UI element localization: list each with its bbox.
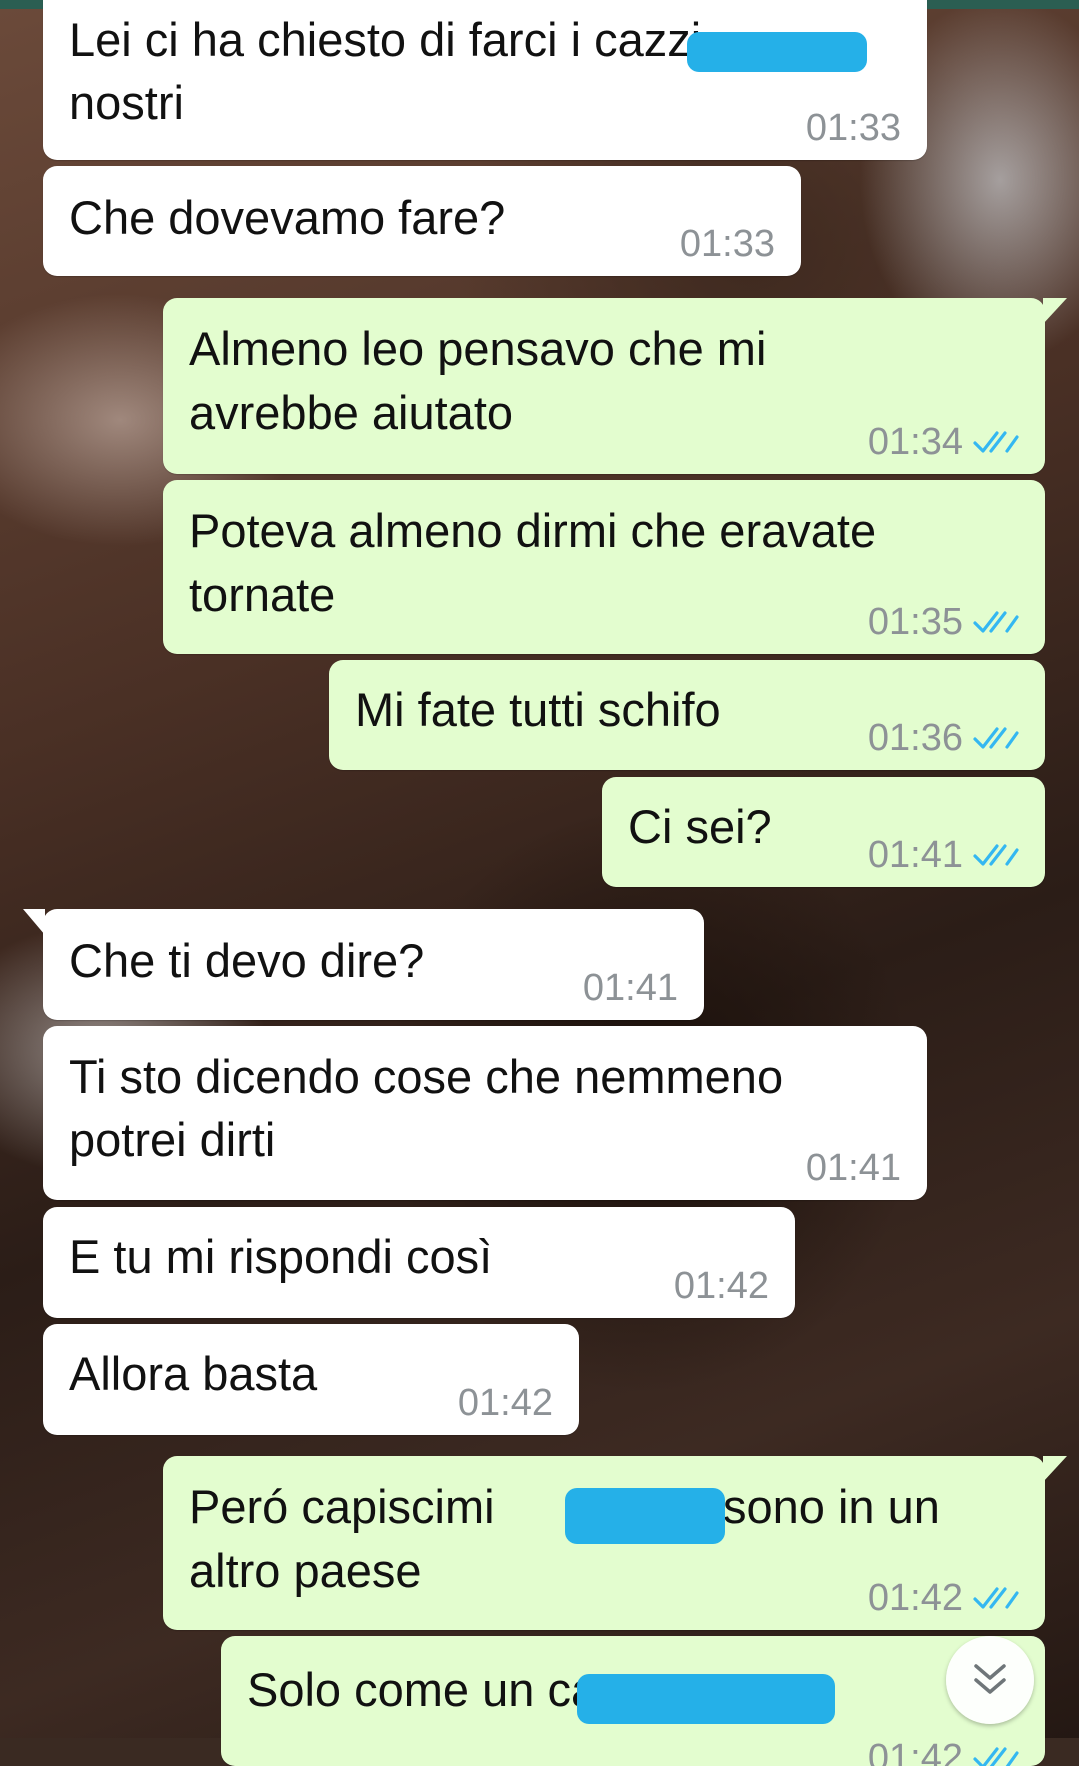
message-text-line: Mi fate tutti schifo [355, 683, 721, 736]
message-outgoing[interactable]: Solo come un cane 01:42 [221, 1636, 1045, 1766]
message-text-line: Che dovevamo fare? [69, 191, 506, 244]
double-check-icon [973, 611, 1019, 633]
message-text-line: Almeno leo pensavo che mi [189, 322, 767, 375]
message-time: 01:42 [867, 1737, 963, 1766]
message-time: 01:35 [867, 601, 963, 643]
bubble-tail [23, 909, 45, 935]
message-incoming[interactable]: Che ti devo dire? 01:41 [23, 909, 704, 1020]
message-text-line: Ci sei? [628, 800, 772, 853]
message-time: 01:42 [457, 1382, 553, 1424]
message-text-line: avrebbe aiutato [189, 386, 514, 439]
redaction-mark [577, 1674, 835, 1724]
message-time: 01:41 [867, 834, 963, 876]
message-text-line: Peró capiscimi [189, 1480, 495, 1533]
message-incoming[interactable]: Lei ci ha chiesto di farci i cazzi nostr… [43, 0, 927, 160]
message-text-line: nostri [69, 76, 184, 129]
message-outgoing[interactable]: Almeno leo pensavo che mi avrebbe aiutat… [163, 298, 1067, 474]
message-time: 01:41 [582, 967, 678, 1009]
message-incoming[interactable]: Che dovevamo fare? 01:33 [43, 166, 801, 276]
double-check-icon [973, 727, 1019, 749]
scroll-to-bottom-button[interactable] [946, 1636, 1034, 1724]
message-text-line: Poteva almeno dirmi che eravate [189, 504, 877, 557]
message-time: 01:33 [679, 223, 775, 265]
double-check-icon [973, 1747, 1019, 1766]
message-outgoing[interactable]: Ci sei? 01:41 [602, 777, 1045, 887]
message-text-line: E tu mi rispondi così [69, 1230, 493, 1283]
bubble-tail [1043, 298, 1067, 324]
message-text-line: Che ti devo dire? [69, 934, 425, 987]
bubble-tail [1043, 1456, 1067, 1482]
message-time: 01:34 [867, 421, 963, 463]
message-text-line: Allora basta [69, 1347, 318, 1400]
double-check-icon [973, 844, 1019, 866]
redaction-mark [565, 1488, 725, 1544]
double-chevron-down-icon [974, 1664, 1006, 1694]
message-text-line: Ti sto dicendo cose che nemmeno [69, 1050, 784, 1103]
double-check-icon [973, 431, 1019, 453]
message-outgoing[interactable]: Peró capiscimi sono in un altro paese 01… [163, 1456, 1067, 1630]
message-time: 01:42 [867, 1577, 963, 1619]
message-incoming[interactable]: Ti sto dicendo cose che nemmeno potrei d… [43, 1026, 927, 1200]
message-incoming[interactable]: Allora basta 01:42 [43, 1324, 579, 1435]
message-incoming[interactable]: E tu mi rispondi così 01:42 [43, 1207, 795, 1318]
double-check-icon [973, 1587, 1019, 1609]
message-text-line: Lei ci ha chiesto di farci i cazzi [69, 13, 702, 66]
redaction-mark [687, 32, 867, 72]
message-time: 01:42 [673, 1265, 769, 1307]
message-time: 01:36 [867, 717, 963, 759]
message-text-line: altro paese [189, 1544, 422, 1597]
message-text-line: sono in un [723, 1480, 940, 1533]
message-outgoing[interactable]: Mi fate tutti schifo 01:36 [329, 660, 1045, 770]
message-text-line: potrei dirti [69, 1113, 276, 1166]
message-text-line: tornate [189, 568, 336, 621]
message-time: 01:41 [805, 1147, 901, 1189]
message-outgoing[interactable]: Poteva almeno dirmi che eravate tornate … [163, 480, 1045, 654]
message-time: 01:33 [805, 107, 901, 149]
